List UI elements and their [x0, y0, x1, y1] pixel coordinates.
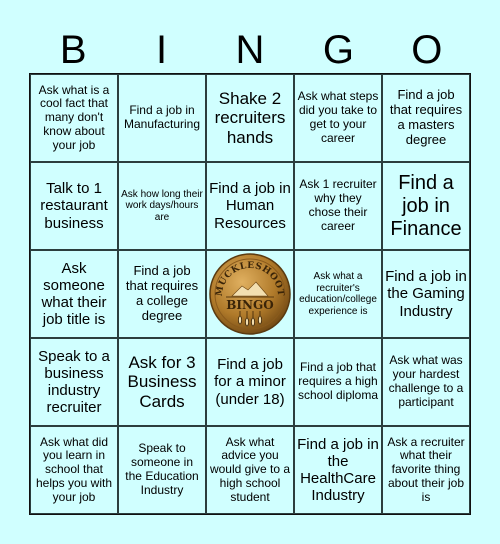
bingo-cell[interactable]: Ask what did you learn in school that he…: [30, 426, 118, 514]
header-letter-g: G: [322, 28, 354, 72]
header-letter-o: O: [411, 28, 443, 72]
bingo-cell[interactable]: Find a job that requires a masters degre…: [382, 74, 470, 162]
bingo-cell[interactable]: Find a job in the Gaming Industry: [382, 250, 470, 338]
bingo-cell[interactable]: Speak to someone in the Education Indust…: [118, 426, 206, 514]
bingo-header: B I N G O: [29, 30, 471, 70]
header-letter-i: I: [156, 28, 168, 72]
bingo-cell[interactable]: Talk to 1 restaurant business: [30, 162, 118, 250]
muckleshoot-bingo-logo-icon: MUCKLESHOOT BINGO: [209, 253, 291, 335]
bingo-cell[interactable]: Ask for 3 Business Cards: [118, 338, 206, 426]
bingo-cell[interactable]: Ask what steps did you take to get to yo…: [294, 74, 382, 162]
bingo-cell[interactable]: Find a job in Finance: [382, 162, 470, 250]
bingo-cell[interactable]: Find a job for a minor (under 18): [206, 338, 294, 426]
bingo-cell[interactable]: Find a job in Human Resources: [206, 162, 294, 250]
free-space[interactable]: MUCKLESHOOT BINGO: [206, 250, 294, 338]
bingo-cell[interactable]: Shake 2 recruiters hands: [206, 74, 294, 162]
bingo-cell[interactable]: Find a job that requires a college degre…: [118, 250, 206, 338]
bingo-cell[interactable]: Find a job in the HealthCare Industry: [294, 426, 382, 514]
bingo-cell[interactable]: Ask what advice you would give to a high…: [206, 426, 294, 514]
bingo-cell[interactable]: Ask what is a cool fact that many don't …: [30, 74, 118, 162]
bingo-cell[interactable]: Ask 1 recruiter why they chose their car…: [294, 162, 382, 250]
bingo-cell[interactable]: Ask what a recruiter's education/college…: [294, 250, 382, 338]
bingo-cell[interactable]: Speak to a business industry recruiter: [30, 338, 118, 426]
svg-text:BINGO: BINGO: [226, 298, 273, 312]
bingo-cell[interactable]: Ask a recruiter what their favorite thin…: [382, 426, 470, 514]
header-letter-b: B: [59, 28, 87, 72]
bingo-cell[interactable]: Find a job that requires a high school d…: [294, 338, 382, 426]
bingo-cell[interactable]: Ask someone what their job title is: [30, 250, 118, 338]
bingo-grid: Ask what is a cool fact that many don't …: [29, 73, 471, 515]
bingo-cell[interactable]: Ask what was your hardest challenge to a…: [382, 338, 470, 426]
header-letter-n: N: [235, 28, 265, 72]
bingo-cell[interactable]: Ask how long their work days/hours are: [118, 162, 206, 250]
bingo-cell[interactable]: Find a job in Manufacturing: [118, 74, 206, 162]
